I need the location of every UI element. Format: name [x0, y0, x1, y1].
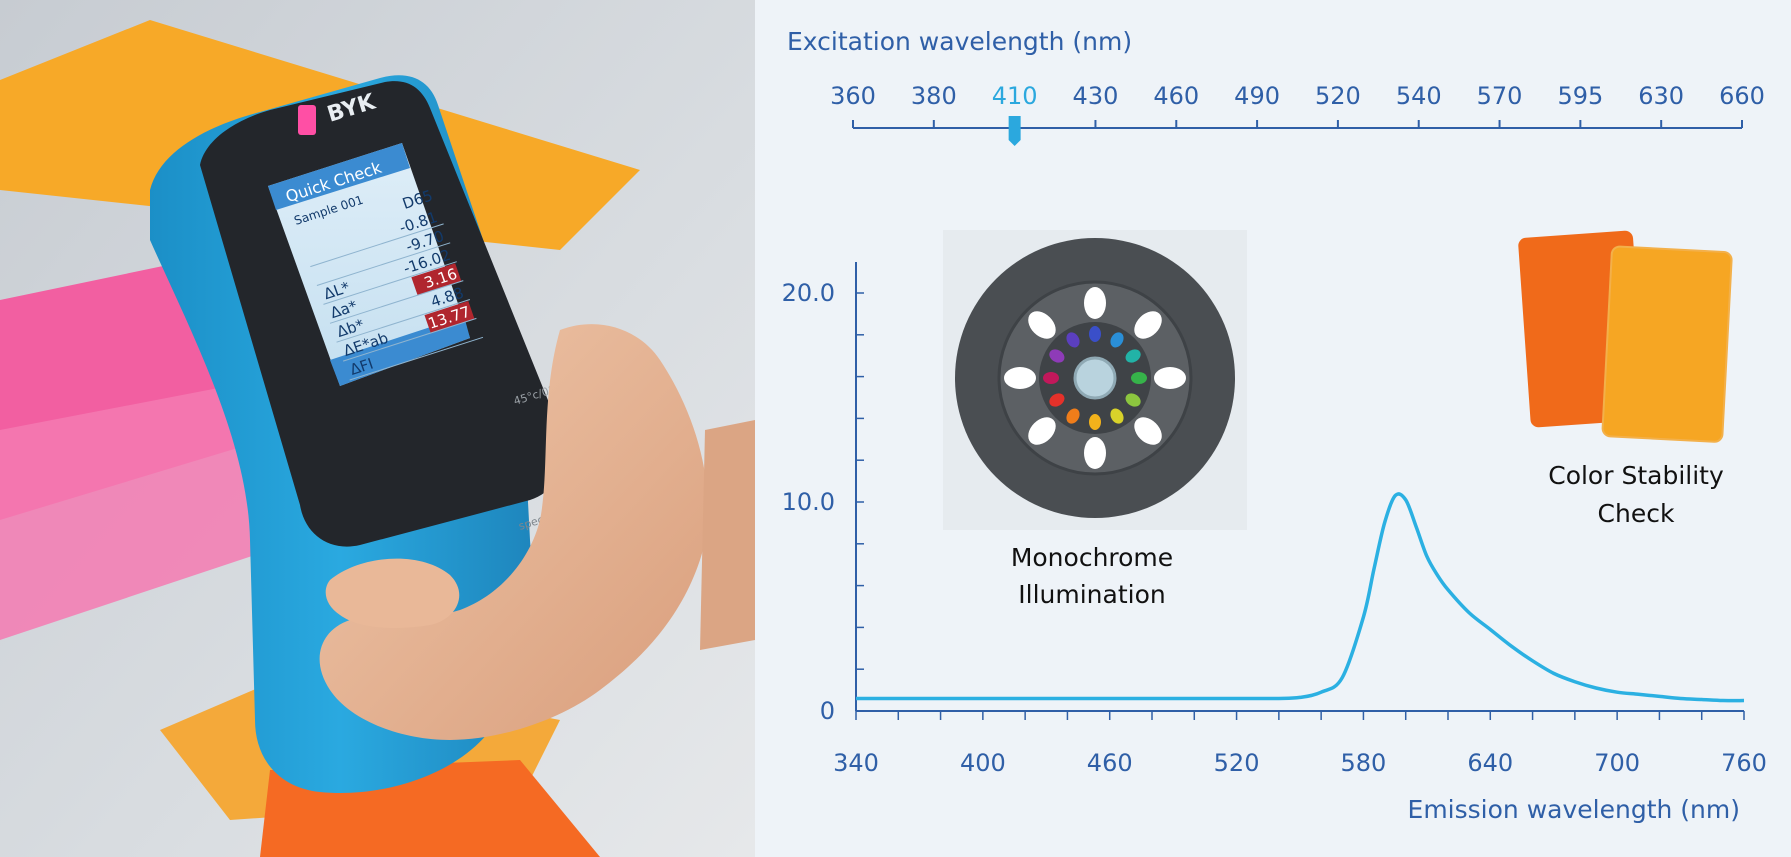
x-tick-label: 400: [960, 749, 1006, 777]
excitation-tick-label: 380: [911, 82, 957, 110]
chart-panel: Excitation wavelength (nm) 360 380 410 430 4…: [755, 0, 1791, 857]
wheel-aperture: [1004, 367, 1036, 389]
wheel-aperture: [1154, 367, 1186, 389]
excitation-tick-label: 490: [1234, 82, 1280, 110]
excitation-tick-label: 430: [1073, 82, 1119, 110]
measure-led: [298, 105, 316, 135]
wheel-led: [1131, 372, 1147, 384]
y-tick-label: 0: [820, 697, 835, 725]
x-axis-title: Emission wavelength (nm): [1408, 795, 1740, 824]
excitation-tick-label: 520: [1315, 82, 1361, 110]
y-tick-label: 10.0: [782, 488, 835, 516]
x-tick-label: 640: [1467, 749, 1513, 777]
x-tick-label: 700: [1594, 749, 1640, 777]
x-tick-label: 760: [1721, 749, 1767, 777]
wheel-center-lens: [1073, 356, 1117, 400]
excitation-axis: 360 380 410 430 460 490 520 540 570 595 630 660: [830, 82, 1765, 146]
y-tick-label: 20.0: [782, 279, 835, 307]
excitation-selector-marker[interactable]: [1008, 116, 1021, 146]
excitation-tick-label: 360: [830, 82, 876, 110]
x-tick-label: 340: [833, 749, 879, 777]
excitation-tick-label: 540: [1396, 82, 1442, 110]
excitation-tick-label: 595: [1557, 82, 1603, 110]
stability-caption-line-2: Check: [1598, 499, 1675, 528]
spectrophotometer-illustration: Quick Check Sample 001 D65 -0.81-9.70-16…: [0, 0, 755, 857]
excitation-tick-label: 460: [1153, 82, 1199, 110]
color-stability-cards: [1518, 230, 1733, 443]
excitation-tick-label: 630: [1638, 82, 1684, 110]
excitation-axis-title: Excitation wavelength (nm): [787, 27, 1132, 56]
excitation-tick-label: 570: [1477, 82, 1523, 110]
excitation-tick-label: 660: [1719, 82, 1765, 110]
excitation-tick-label: 410: [992, 82, 1038, 110]
wheel-led: [1089, 326, 1101, 342]
wheel-led: [1089, 414, 1101, 430]
x-tick-label: 460: [1087, 749, 1133, 777]
wheel-aperture: [1084, 437, 1106, 469]
monochrome-caption-line-1: Monochrome: [1011, 543, 1173, 572]
x-tick-label: 580: [1341, 749, 1387, 777]
amber-card: [1601, 245, 1733, 443]
wheel-led: [1043, 372, 1059, 384]
monochrome-illumination-wheel: [943, 230, 1247, 530]
stability-caption-line-1: Color Stability: [1548, 461, 1724, 490]
emission-chart: Excitation wavelength (nm) 360 380 410 430 4…: [782, 27, 1767, 824]
wheel-aperture: [1084, 287, 1106, 319]
x-tick-label: 520: [1214, 749, 1260, 777]
monochrome-caption-line-2: Illumination: [1018, 580, 1165, 609]
device-photo: Quick Check Sample 001 D65 -0.81 -9.70 -16…: [0, 0, 755, 857]
